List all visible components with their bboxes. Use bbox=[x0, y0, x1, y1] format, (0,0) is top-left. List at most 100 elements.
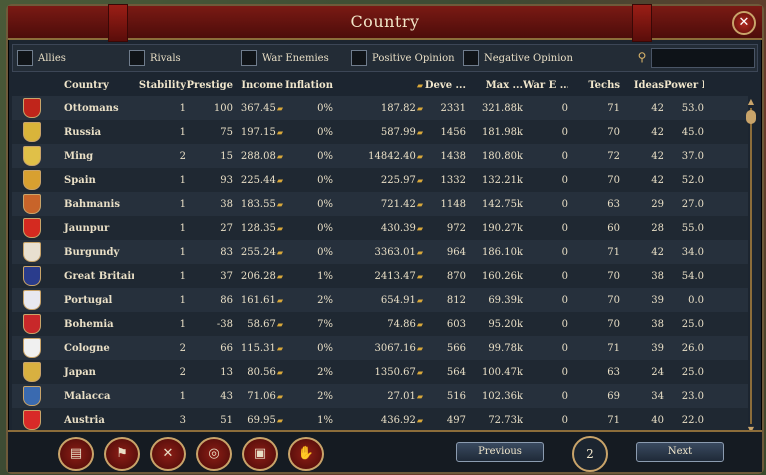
close-icon: ✕ bbox=[738, 15, 750, 30]
header-stability[interactable]: Stability bbox=[134, 80, 186, 91]
table-row[interactable]: Cologne 2 66 115.31▰ 0% 3067.16▰ 566 99.78k 0 71 3… bbox=[12, 336, 748, 360]
techs-value-text: 70 bbox=[607, 294, 620, 306]
table-row[interactable]: Burgundy 1 83 255.24▰ 0% 3363.01▰ 964 186.10k 0 7… bbox=[12, 240, 748, 264]
treasury-value: 14842.40▰ bbox=[333, 151, 423, 162]
checkbox[interactable] bbox=[351, 50, 367, 66]
header-ideas[interactable]: Ideas bbox=[620, 80, 664, 91]
treasury-value-text: 436.92 bbox=[380, 414, 416, 426]
header-war-exhaustion[interactable]: War E ... bbox=[523, 80, 568, 91]
max-value: 160.26k bbox=[466, 271, 523, 282]
country-flag-icon[interactable] bbox=[23, 98, 41, 118]
table-row[interactable]: Russia 1 75 197.15▰ 0% 587.99▰ 1456 181.98k 0 70 4… bbox=[12, 120, 748, 144]
war-button[interactable]: ✕ bbox=[150, 437, 186, 471]
checkbox[interactable] bbox=[463, 50, 479, 66]
development-value-text: 1438 bbox=[440, 150, 466, 162]
table-row[interactable]: Ming 2 15 288.08▰ 0% 14842.40▰ 1438 180.80k 0 72 4… bbox=[12, 144, 748, 168]
header-max[interactable]: Max ... bbox=[466, 80, 523, 91]
country-flag-icon[interactable] bbox=[23, 146, 41, 166]
title-bar: Country ✕ bbox=[8, 4, 762, 42]
prestige-value-text: 86 bbox=[220, 294, 233, 306]
diplomacy-button[interactable]: ✋ bbox=[288, 437, 324, 471]
country-flag-icon[interactable] bbox=[23, 122, 41, 142]
checkbox[interactable] bbox=[17, 50, 33, 66]
development-value: 964 bbox=[423, 247, 466, 258]
table-row[interactable]: Austria 3 51 69.95▰ 1% 436.92▰ 497 72.73k 0 71 40 2… bbox=[12, 408, 748, 432]
income-value: 71.06▰ bbox=[233, 391, 283, 402]
table-row[interactable]: Bohemia 1 -38 58.67▰ 7% 74.86▰ 603 95.20k 0 70 38 2… bbox=[12, 312, 748, 336]
header-income[interactable]: Income bbox=[233, 80, 283, 91]
filter-positive-opinion[interactable]: Positive Opinion bbox=[351, 50, 455, 66]
table-row[interactable]: Ottomans 1 100 367.45▰ 0% 187.82▰ 2331 321.88k 0… bbox=[12, 96, 748, 120]
economy-button[interactable]: ◎ bbox=[196, 437, 232, 471]
country-flag-icon[interactable] bbox=[23, 266, 41, 286]
treasury-value-text: 14842.40 bbox=[368, 150, 416, 162]
country-flag-icon[interactable] bbox=[23, 362, 41, 382]
filter-war-enemies[interactable]: War Enemies bbox=[241, 50, 329, 66]
treasury-button[interactable]: ▣ bbox=[242, 437, 278, 471]
previous-button[interactable]: Previous bbox=[456, 442, 544, 462]
country-flag-icon[interactable] bbox=[23, 386, 41, 406]
development-value-text: 870 bbox=[446, 270, 466, 282]
techs-value: 70 bbox=[568, 127, 620, 138]
inflation-value: 0% bbox=[283, 223, 333, 234]
development-value: 603 bbox=[423, 319, 466, 330]
scroll-up-icon[interactable]: ▲ bbox=[746, 98, 756, 106]
max-value: 100.47k bbox=[466, 367, 523, 378]
ideas-value: 38 bbox=[620, 271, 664, 282]
inflation-value: 0% bbox=[283, 151, 333, 162]
header-development[interactable]: Deve ... bbox=[423, 80, 466, 91]
country-flag-icon[interactable] bbox=[23, 218, 41, 238]
checkbox[interactable] bbox=[129, 50, 145, 66]
treasury-value: 436.92▰ bbox=[333, 415, 423, 426]
search-input[interactable] bbox=[651, 48, 755, 68]
table-row[interactable]: Bahmanis 1 38 183.55▰ 0% 721.42▰ 1148 142.75k 0 6… bbox=[12, 192, 748, 216]
power-value-text: 34.0 bbox=[681, 246, 704, 258]
country-name: Cologne bbox=[52, 343, 134, 354]
table-row[interactable]: Great Britain 1 37 206.28▰ 1% 2413.47▰ 870 160.… bbox=[12, 264, 748, 288]
ledger-button[interactable]: ▤ bbox=[58, 437, 94, 471]
filter-negative-opinion[interactable]: Negative Opinion bbox=[463, 50, 573, 66]
table-row[interactable]: Portugal 1 86 161.61▰ 2% 654.91▰ 812 69.39k 0 70 3… bbox=[12, 288, 748, 312]
treasury-value: 187.82▰ bbox=[333, 103, 423, 114]
filter-rivals[interactable]: Rivals bbox=[129, 50, 181, 66]
inflation-value-text: 2% bbox=[317, 294, 333, 306]
scrollbar[interactable]: ▲ ▼ bbox=[746, 98, 756, 434]
header-prestige[interactable]: Prestige bbox=[186, 80, 233, 91]
flags-button[interactable]: ⚑ bbox=[104, 437, 140, 471]
table-row[interactable]: Japan 2 13 80.56▰ 2% 1350.67▰ 564 100.47k 0 63 24 2… bbox=[12, 360, 748, 384]
header-power[interactable]: Power Pr. bbox=[664, 80, 704, 91]
header-country[interactable]: Country bbox=[52, 80, 134, 91]
techs-value-text: 70 bbox=[607, 270, 620, 282]
header-inflation[interactable]: Inflation bbox=[283, 80, 333, 91]
next-button[interactable]: Next bbox=[636, 442, 724, 462]
prestige-value-text: 38 bbox=[220, 198, 233, 210]
flag-shield bbox=[12, 98, 52, 118]
inflation-value-text: 0% bbox=[317, 222, 333, 234]
table-row[interactable]: Jaunpur 1 27 128.35▰ 0% 430.39▰ 972 190.27k 0 60 2… bbox=[12, 216, 748, 240]
development-value-text: 603 bbox=[446, 318, 466, 330]
table-row[interactable]: Malacca 1 43 71.06▰ 2% 27.01▰ 516 102.36k 0 69 34 2… bbox=[12, 384, 748, 408]
filter-allies[interactable]: Allies bbox=[17, 50, 66, 66]
header-treasury[interactable]: ▰ bbox=[333, 80, 423, 91]
country-flag-icon[interactable] bbox=[23, 290, 41, 310]
power-value: 22.0 bbox=[664, 415, 704, 426]
country-flag-icon[interactable] bbox=[23, 242, 41, 262]
country-flag-icon[interactable] bbox=[23, 410, 41, 430]
country-flag-icon[interactable] bbox=[23, 194, 41, 214]
max-value-text: 186.10k bbox=[481, 246, 523, 258]
header-techs[interactable]: Techs bbox=[568, 80, 620, 91]
country-flag-icon[interactable] bbox=[23, 170, 41, 190]
country-flag-icon[interactable] bbox=[23, 338, 41, 358]
scroll-thumb[interactable] bbox=[746, 110, 756, 124]
development-value-text: 1332 bbox=[440, 174, 466, 186]
treasury-value: 74.86▰ bbox=[333, 319, 423, 330]
max-value-text: 100.47k bbox=[481, 366, 523, 378]
close-button[interactable]: ✕ bbox=[732, 11, 756, 35]
table-row[interactable]: Spain 1 93 225.44▰ 0% 225.97▰ 1332 132.21k 0 70 42… bbox=[12, 168, 748, 192]
inflation-value: 0% bbox=[283, 103, 333, 114]
techs-value: 71 bbox=[568, 415, 620, 426]
country-flag-icon[interactable] bbox=[23, 314, 41, 334]
country-name: Spain bbox=[52, 175, 134, 186]
inflation-value-text: 0% bbox=[317, 342, 333, 354]
checkbox[interactable] bbox=[241, 50, 257, 66]
